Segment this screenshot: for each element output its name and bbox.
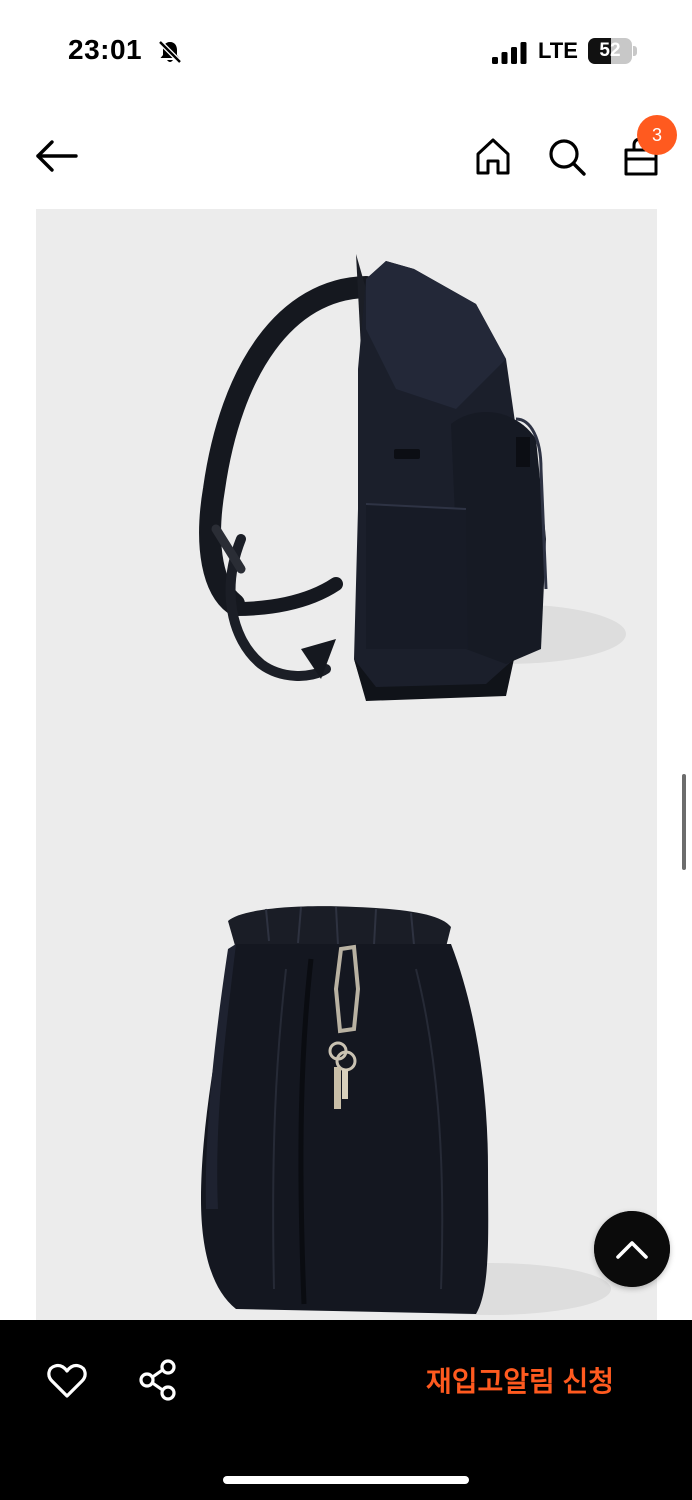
cart-count-badge: 3 [637, 115, 677, 155]
home-indicator[interactable] [223, 1476, 469, 1484]
share-icon[interactable] [136, 1358, 180, 1402]
bottom-action-bar: 재입고알림 신청 [0, 1320, 692, 1500]
header [0, 100, 692, 208]
restock-alert-button[interactable]: 재입고알림 신청 [400, 1354, 640, 1410]
product-image-backpack-front [36, 769, 657, 1321]
battery-cap [633, 46, 637, 56]
product-image-gallery [36, 209, 657, 1321]
battery-level: 52 [599, 40, 621, 61]
battery-icon: 52 [588, 38, 632, 64]
network-label: LTE [538, 38, 578, 63]
back-arrow-icon[interactable] [30, 136, 82, 176]
status-time: 23:01 [68, 34, 143, 65]
heart-icon[interactable] [46, 1360, 88, 1402]
bell-slash-icon [158, 40, 182, 64]
scroll-to-top-button[interactable] [594, 1211, 670, 1287]
status-bar: 23:01 LTE 52 [0, 0, 692, 100]
product-image-backpack-side [36, 209, 657, 769]
signal-icon [492, 42, 527, 64]
scroll-indicator[interactable] [682, 774, 686, 870]
home-icon[interactable] [470, 134, 516, 180]
search-icon[interactable] [544, 134, 590, 180]
